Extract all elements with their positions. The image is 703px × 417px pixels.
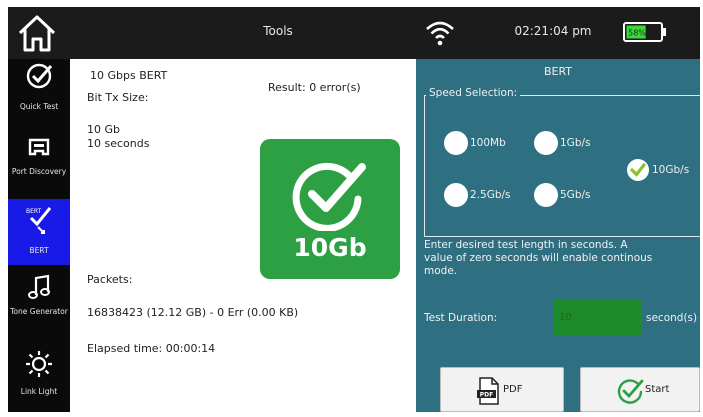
- radio-dot: [444, 183, 468, 207]
- wifi-icon: [426, 21, 454, 46]
- bert-icon: BERT: [26, 207, 52, 234]
- radio-dot: [444, 131, 468, 155]
- help-line: mode.: [424, 265, 458, 277]
- pdf-button[interactable]: PDF PDF: [440, 367, 564, 412]
- elapsed-time: Elapsed time: 00:00:14: [87, 342, 216, 355]
- light-icon: [26, 351, 52, 377]
- sidebar: Quick Test Port Discovery BERT BERT Tone…: [8, 59, 70, 412]
- music-note-icon: [28, 274, 50, 299]
- port-icon: [28, 138, 50, 156]
- result-badge: 10Gb: [260, 139, 400, 279]
- tx-size: 10 Gb: [87, 123, 120, 136]
- radio-label: 100Mb: [470, 137, 506, 149]
- battery-icon: 58%: [623, 22, 666, 42]
- device-screen: Tools 02:21:04 pm 58% Quick Test Port Di…: [8, 7, 700, 412]
- radio-label: 1Gb/s: [560, 137, 591, 149]
- radio-label: 5Gb/s: [560, 189, 591, 201]
- check-circle-icon: [627, 159, 649, 181]
- pdf-icon: PDF: [477, 377, 499, 405]
- test-duration-input[interactable]: [553, 299, 642, 335]
- bit-tx-label: Bit Tx Size:: [87, 91, 149, 104]
- test-results-panel: 10 Gbps BERT Result: 0 error(s) Bit Tx S…: [70, 59, 416, 412]
- help-line: value of zero seconds will enable contin…: [424, 252, 653, 264]
- settings-panel: BERT Speed Selection: 100Mb 1Gb/s 10Gb/s…: [416, 59, 700, 412]
- packets-label: Packets:: [87, 273, 133, 286]
- sidebar-item-label: Quick Test: [19, 102, 59, 111]
- start-button[interactable]: Start: [580, 367, 700, 412]
- duration-unit-label: second(s): [646, 312, 698, 324]
- duration-help-text: Enter desired test length in seconds. A …: [424, 239, 700, 278]
- svg-text:BERT: BERT: [26, 208, 42, 215]
- check-circle-icon: [26, 63, 53, 89]
- svg-text:PDF: PDF: [480, 392, 493, 399]
- badge-label: 10Gb: [293, 233, 367, 262]
- panel-title: BERT: [543, 65, 573, 78]
- radio-label: 10Gb/s: [652, 164, 690, 176]
- start-button-label: Start: [645, 384, 670, 395]
- test-duration-label: Test Duration:: [424, 312, 498, 324]
- help-line: Enter desired test length in seconds. A: [424, 239, 628, 251]
- test-name: 10 Gbps BERT: [90, 69, 168, 82]
- check-circle-icon: [292, 162, 366, 231]
- result-text: Result: 0 error(s): [268, 81, 361, 94]
- packets-value: 16838423 (12.12 GB) - 0 Err (0.00 KB): [87, 306, 299, 319]
- sidebar-item-label: Link Light: [20, 387, 58, 396]
- tx-duration: 10 seconds: [87, 137, 150, 150]
- speed-selection-legend: Speed Selection:: [426, 87, 521, 99]
- radio-label: 2.5Gb/s: [470, 189, 511, 201]
- pdf-button-label: PDF: [503, 384, 523, 395]
- sidebar-item-quick-test[interactable]: Quick Test: [8, 59, 70, 129]
- check-circle-icon: [617, 379, 644, 404]
- top-bar: Tools 02:21:04 pm 58%: [8, 7, 700, 59]
- radio-dot: [534, 183, 558, 207]
- sidebar-item-tone-generator[interactable]: Tone Generator: [8, 271, 70, 341]
- sidebar-item-label: Port Discovery: [11, 167, 67, 176]
- sidebar-item-bert[interactable]: BERT BERT: [8, 199, 70, 265]
- battery-label: 58%: [628, 29, 646, 38]
- clock: 02:21:04 pm: [514, 24, 592, 38]
- sidebar-item-label: Tone Generator: [10, 307, 68, 316]
- page-title: Tools: [263, 24, 293, 38]
- home-icon[interactable]: [14, 13, 60, 53]
- sidebar-item-label: BERT: [29, 246, 49, 255]
- sidebar-item-port-discovery[interactable]: Port Discovery: [8, 129, 70, 199]
- sidebar-item-link-light[interactable]: Link Light: [8, 342, 70, 412]
- radio-dot: [534, 131, 558, 155]
